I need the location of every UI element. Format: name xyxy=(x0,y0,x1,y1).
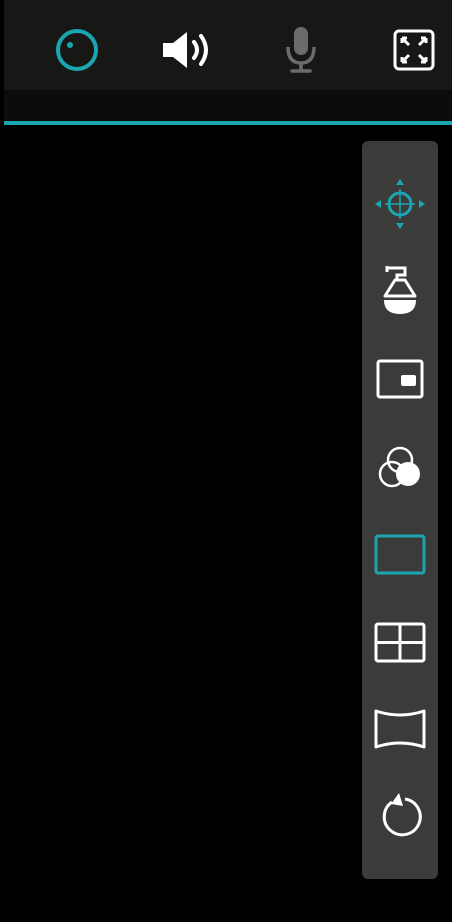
microphone-icon xyxy=(281,23,321,77)
fullscreen-button[interactable] xyxy=(384,20,444,80)
talk-button[interactable] xyxy=(271,20,331,80)
single-view-button[interactable] xyxy=(370,525,430,585)
color-adjust-icon xyxy=(373,441,427,495)
side-control-panel xyxy=(362,141,438,879)
audio-button[interactable] xyxy=(157,20,217,80)
dome-camera-icon xyxy=(375,262,425,322)
panorama-view-button[interactable] xyxy=(370,699,430,759)
speaker-icon xyxy=(157,25,217,75)
fullscreen-icon xyxy=(392,28,436,72)
rotate-icon xyxy=(375,789,425,841)
record-button[interactable] xyxy=(47,20,107,80)
rotate-button[interactable] xyxy=(370,785,430,845)
dome-camera-button[interactable] xyxy=(370,262,430,322)
color-adjust-button[interactable] xyxy=(370,438,430,498)
panorama-icon xyxy=(373,707,427,751)
picture-in-picture-button[interactable] xyxy=(370,349,430,409)
ptz-direction-button[interactable] xyxy=(370,174,430,234)
top-toolbar xyxy=(4,0,452,90)
quad-view-button[interactable] xyxy=(370,613,430,673)
quad-view-icon xyxy=(374,621,426,665)
record-icon xyxy=(52,25,102,75)
picture-in-picture-icon xyxy=(375,357,425,401)
status-strip xyxy=(4,90,452,121)
ptz-direction-icon xyxy=(373,177,427,231)
live-view-screen xyxy=(0,0,452,922)
single-view-icon xyxy=(374,533,426,577)
